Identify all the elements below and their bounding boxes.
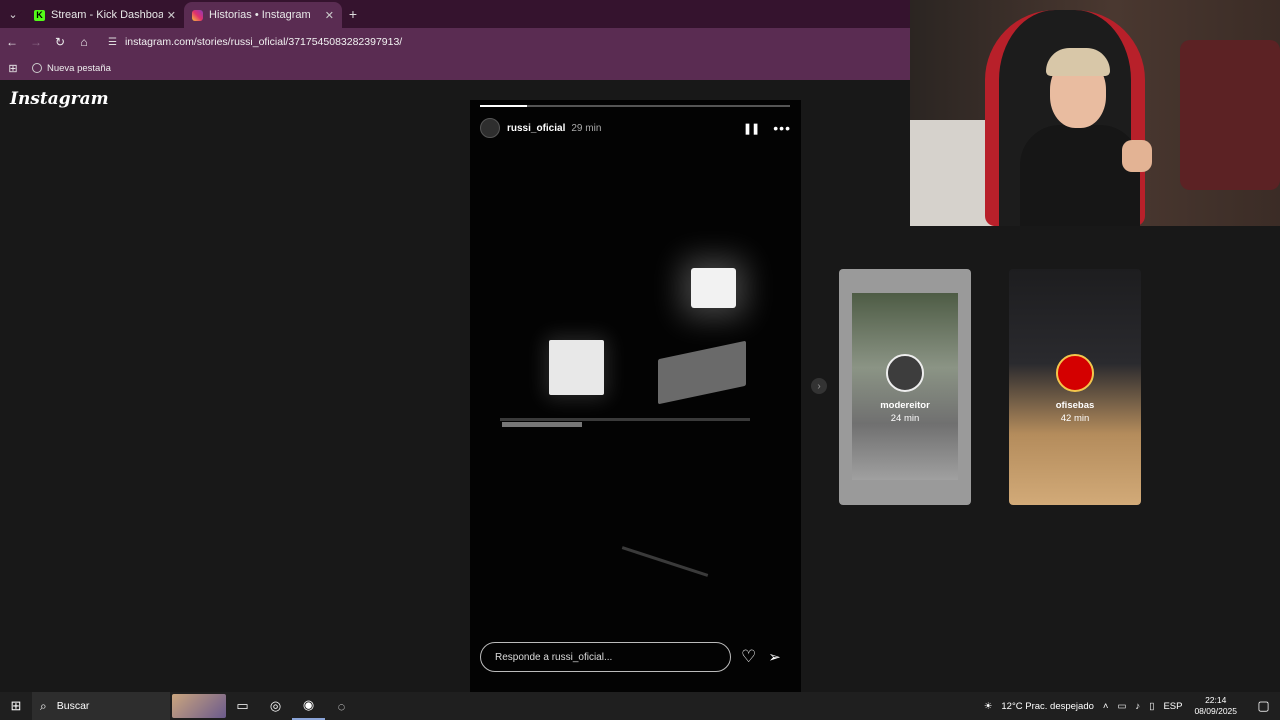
preview-username: ofisebas (1055, 400, 1095, 411)
windows-taskbar: ⊞ ⌕ Buscar ▭ ◎ ◉ ◌ ☀ 12°C Prac. despejad… (0, 692, 1280, 720)
story-username[interactable]: russi_oficial (507, 123, 565, 134)
file-explorer-icon[interactable]: ▭ (226, 692, 259, 720)
app-icon[interactable]: ◌ (325, 692, 358, 720)
taskbar-widget-thumbnail[interactable] (172, 694, 226, 718)
desk-edge (500, 418, 750, 421)
bookmark-label: Nueva pestaña (47, 62, 111, 74)
send-icon[interactable]: ➢ (768, 648, 781, 666)
story-reply-row: Responde a russi_oficial... ♡ ➢ (480, 642, 791, 672)
tab-title: Historias • Instagram (209, 9, 311, 21)
story-time: 29 min (571, 122, 602, 134)
reload-icon[interactable]: ↻ (48, 28, 72, 56)
windows-start-icon[interactable]: ⊞ (0, 692, 32, 720)
bookmark-nueva-pestana[interactable]: Nueva pestaña (32, 63, 111, 74)
back-arrow-icon[interactable]: ← (0, 28, 24, 56)
story-viewer[interactable]: russi_oficial 29 min ❚❚ ••• Responde a r… (470, 100, 801, 692)
tab-search-icon[interactable]: ⌄ (0, 0, 26, 28)
heart-icon[interactable]: ♡ (741, 647, 756, 667)
clock-time: 22:14 (1205, 695, 1227, 705)
instagram-icon (192, 9, 203, 21)
url-text: instagram.com/stories/russi_oficial/3717… (124, 36, 403, 48)
search-label: Buscar (56, 700, 90, 712)
webcam-person-hand (1122, 140, 1152, 172)
story-image (470, 160, 801, 630)
tab-instagram-stories[interactable]: Historias • Instagram ✕ (184, 2, 342, 28)
preview-time: 24 min (890, 413, 920, 424)
story-preview-card[interactable]: modereitor 24 min (839, 269, 971, 505)
preview-time: 42 min (1060, 413, 1090, 424)
pause-icon[interactable]: ❚❚ (743, 122, 760, 135)
story-header: russi_oficial 29 min ❚❚ ••• (480, 118, 791, 138)
search-icon: ⌕ (40, 698, 47, 713)
battery-icon[interactable]: ▯ (1149, 701, 1154, 712)
notifications-icon[interactable]: ▢ (1247, 692, 1280, 720)
tab-kick-dashboard[interactable]: K Stream - Kick Dashboard ✕ (26, 2, 184, 28)
system-tray: ☀ 12°C Prac. despejado ˄ ▭ ♪ ▯ ESP (975, 701, 1183, 712)
close-icon[interactable]: ✕ (325, 9, 334, 22)
instagram-logo[interactable]: Instagram (10, 89, 109, 109)
tab-title: Stream - Kick Dashboard (51, 9, 163, 21)
forward-arrow-icon[interactable]: → (24, 28, 48, 56)
site-info-icon[interactable]: ☰ (108, 37, 117, 48)
story-progress-fill (480, 105, 527, 107)
next-story-chevron-icon[interactable]: › (811, 378, 827, 394)
story-preview-card[interactable]: ofisebas 42 min (1009, 269, 1141, 505)
webcam-sofa (1180, 40, 1280, 190)
preview-username: modereitor (880, 400, 930, 411)
new-tab-plus-icon[interactable]: + (342, 6, 364, 22)
weather-text[interactable]: 12°C Prac. despejado (1001, 701, 1094, 712)
story-progress-bar (480, 105, 790, 107)
globe-icon (32, 63, 42, 73)
language-indicator[interactable]: ESP (1163, 701, 1182, 712)
volume-icon[interactable]: ♪ (1135, 701, 1140, 712)
clock-date: 08/09/2025 (1194, 706, 1237, 716)
network-icon[interactable]: ▭ (1117, 701, 1126, 712)
webcam-person-hair (1046, 48, 1110, 76)
home-icon[interactable]: ⌂ (72, 28, 96, 56)
weather-icon[interactable]: ☀ (984, 701, 993, 712)
chrome-icon[interactable]: ◉ (292, 692, 325, 720)
apps-grid-icon[interactable]: ⊞ (0, 62, 26, 75)
floor-reflection (621, 546, 709, 577)
avatar (1056, 354, 1094, 392)
lamp-light (691, 268, 736, 308)
monitor-screen-side (658, 340, 746, 405)
avatar[interactable] (480, 118, 500, 138)
app-icon[interactable]: ◎ (259, 692, 292, 720)
keyboard (502, 422, 582, 427)
more-options-icon[interactable]: ••• (773, 120, 791, 136)
kick-icon: K (34, 9, 45, 21)
url-bar[interactable]: ☰ instagram.com/stories/russi_oficial/37… (102, 31, 1002, 53)
clock[interactable]: 22:14 08/09/2025 (1194, 695, 1237, 717)
webcam-person-body (1020, 125, 1140, 226)
reply-input[interactable]: Responde a russi_oficial... (480, 642, 731, 672)
taskbar-search[interactable]: ⌕ Buscar (32, 692, 170, 720)
webcam-overlay (910, 0, 1280, 226)
close-icon[interactable]: ✕ (167, 9, 176, 22)
monitor-screen (549, 340, 604, 395)
chevron-up-icon[interactable]: ˄ (1103, 701, 1109, 712)
avatar (886, 354, 924, 392)
